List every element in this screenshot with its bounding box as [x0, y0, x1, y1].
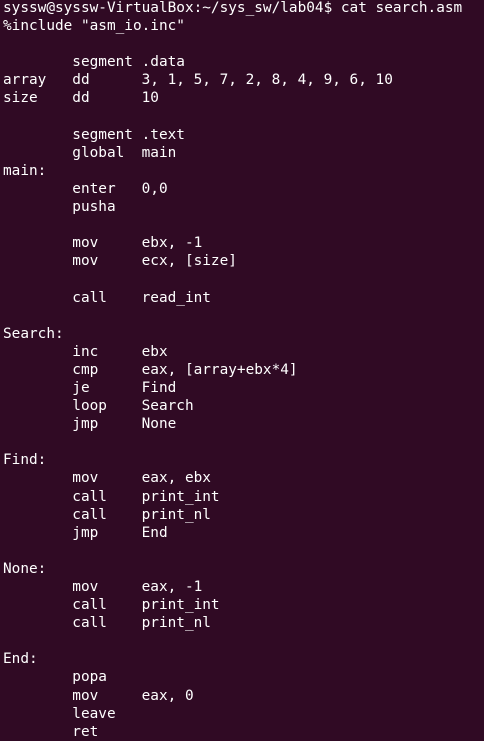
terminal-line: call print_int: [3, 488, 220, 505]
terminal-line: mov eax, 0: [3, 687, 194, 704]
terminal-line: ret: [3, 723, 99, 740]
terminal-line: popa: [3, 669, 107, 686]
terminal-line: mov ebx, -1: [3, 235, 203, 252]
terminal-line: jmp None: [3, 416, 177, 433]
terminal-line: call read_int: [3, 289, 211, 306]
terminal-line: mov eax, -1: [3, 579, 203, 595]
terminal-line: je Find: [3, 379, 177, 396]
terminal-line: loop Search: [3, 398, 194, 415]
terminal-line: call print_nl: [3, 615, 211, 632]
terminal-line: segment .text: [3, 126, 185, 143]
terminal-line: size dd 10: [3, 90, 159, 107]
terminal-line: leave: [3, 705, 116, 722]
terminal-line: mov ecx, [size]: [3, 253, 237, 270]
terminal-line: Find:: [3, 452, 47, 469]
terminal-line: pusha: [3, 199, 116, 216]
terminal-line: enter 0,0: [3, 180, 168, 197]
terminal-line: call print_int: [3, 597, 220, 614]
terminal-line: array dd 3, 1, 5, 7, 2, 8, 4, 9, 6, 10: [3, 72, 393, 89]
terminal-line: End:: [3, 651, 38, 668]
terminal-line: mov eax, ebx: [3, 470, 211, 487]
terminal-window[interactable]: syssw@syssw-VirtualBox:~/sys_sw/lab04$ c…: [0, 0, 484, 740]
terminal-line-prompt: syssw@syssw-VirtualBox:~/sys_sw/lab04$ c…: [3, 0, 463, 16]
terminal-line: segment .data: [3, 54, 185, 71]
terminal-line: global main: [3, 144, 177, 161]
terminal-line: cmp eax, [array+ebx*4]: [3, 361, 298, 378]
terminal-line: jmp End: [3, 524, 168, 541]
terminal-line: Search:: [3, 325, 64, 342]
terminal-line: None:: [3, 560, 47, 577]
terminal-line: main:: [3, 162, 47, 179]
terminal-line: call print_nl: [3, 506, 211, 523]
terminal-line: %include "asm_io.inc": [3, 18, 185, 35]
terminal-line: inc ebx: [3, 343, 168, 360]
